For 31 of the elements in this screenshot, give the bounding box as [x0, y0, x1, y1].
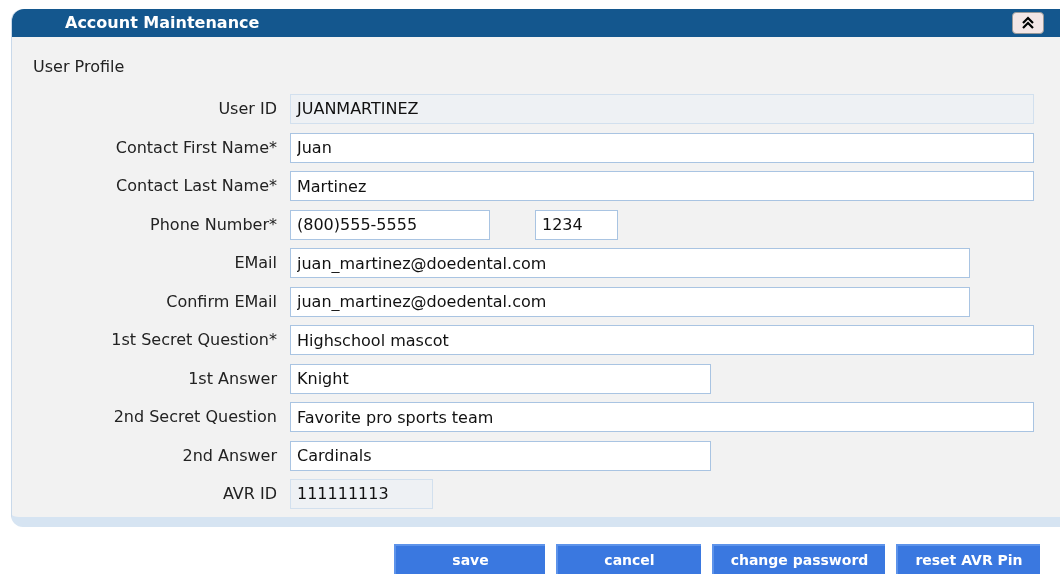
readonly-value: 111111113	[290, 479, 433, 509]
field-label: Confirm EMail	[166, 290, 277, 313]
action-button[interactable]: cancel	[556, 544, 701, 574]
double-chevron-up-icon	[1021, 16, 1035, 30]
text-field[interactable]: juan_martinez@doedental.com	[290, 248, 970, 278]
text-field[interactable]: Martinez	[290, 171, 1034, 201]
readonly-value: JUANMARTINEZ	[290, 94, 1034, 124]
field-label: AVR ID	[222, 483, 277, 505]
field-label: Contact Last Name*	[116, 175, 277, 197]
field-label: 2nd Secret Question	[113, 406, 277, 428]
field-label: 1st Secret Question*	[111, 329, 277, 351]
text-field[interactable]: Knight	[290, 363, 711, 394]
action-button[interactable]: reset AVR Pin	[896, 544, 1040, 574]
phone-field[interactable]: (800)555-5555	[290, 209, 490, 240]
panel-title: Account Maintenance	[65, 12, 260, 34]
field-label: 1st Answer	[188, 367, 277, 390]
field-label: EMail	[234, 252, 277, 274]
field-label: User ID	[218, 98, 277, 120]
field-label: Contact First Name*	[115, 136, 277, 159]
text-field[interactable]: juan_martinez@doedental.com	[290, 286, 970, 317]
extension-field[interactable]: 1234	[535, 209, 618, 240]
collapse-button[interactable]	[1012, 12, 1044, 34]
text-field[interactable]: Cardinals	[290, 440, 711, 471]
text-field[interactable]: Juan	[290, 132, 1034, 163]
section-title: User Profile	[32, 56, 125, 78]
field-label: 2nd Answer	[182, 444, 277, 467]
action-button[interactable]: change password	[712, 544, 885, 574]
field-label: Phone Number*	[150, 213, 277, 236]
text-field[interactable]: Highschool mascot	[290, 325, 1034, 355]
action-button[interactable]: save	[394, 544, 545, 574]
text-field[interactable]: Favorite pro sports team	[290, 402, 1034, 432]
